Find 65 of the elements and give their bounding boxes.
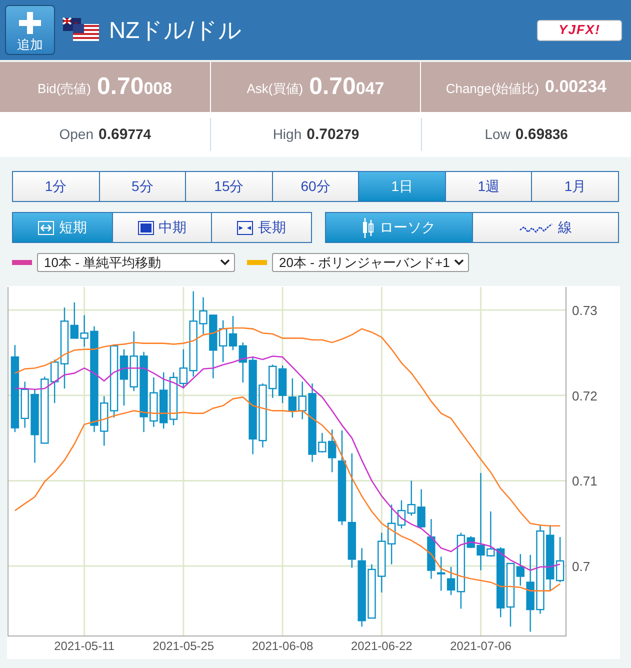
line-chart-icon [518,222,553,234]
x-axis-label: 2021-05-25 [152,639,214,653]
chevron-down-icon [220,259,230,266]
candlestick [228,316,238,350]
stat-label: Low [484,125,510,144]
collapse-arrows-icon [237,220,254,234]
page-title: NZドル/ドル [109,16,242,45]
stat-value: 0.69836 [515,124,568,144]
candlestick [368,564,376,619]
quote-value: 0.70008 [97,72,172,102]
period-tab[interactable]: 60分 [272,172,358,201]
quote-value: 0.70047 [309,72,384,102]
flags-icon [61,16,101,44]
candlestick [437,556,446,591]
plus-icon [19,12,41,34]
logo: YJFX! [537,20,622,40]
candlestick [378,532,386,592]
candlestick [258,383,267,448]
x-axis-label: 2021-05-11 [54,639,115,653]
period-tab[interactable]: 15分 [185,172,272,201]
y-axis-label: 0.73 [572,303,598,318]
candlestick [80,315,88,347]
x-axis-label: 2021-06-08 [252,639,314,653]
indicator-dropdown[interactable]: 20本 - ボリンジャーバンド+1 [272,253,469,272]
candlestick [427,519,436,579]
candlestick [268,364,277,398]
candlestick [199,297,208,334]
candlestick [130,331,138,392]
stat-value: 0.70279 [306,124,360,144]
range-button[interactable]: 長期 [211,213,312,242]
candlestick [278,366,287,404]
period-tab[interactable]: 1分 [13,172,99,201]
y-axis-label: 0.7 [572,559,590,574]
candlestick [417,489,426,528]
quote-label: Bid(売値) [38,80,91,98]
candlestick [169,372,178,426]
period-tab[interactable]: 5分 [98,172,186,201]
y-axis-label: 0.72 [572,388,598,404]
add-button[interactable]: 追加 [5,5,55,55]
stat-label: High [272,125,302,144]
candlestick [160,372,168,429]
quote-value: 0.00234 [545,76,606,98]
chevron-down-icon [454,259,464,266]
candlestick [318,432,326,453]
expand-arrows-icon [38,220,54,234]
quote-label: Ask(買値) [246,80,304,98]
quote-label: Change(始値比) [446,80,540,98]
candlestick [298,382,306,420]
candlestick [407,480,416,516]
candlestick-icon [362,218,374,238]
period-tab[interactable]: 1月 [531,172,618,201]
x-axis-label: 2021-06-22 [350,639,412,653]
period-tab[interactable]: 1週 [444,172,532,201]
chart-type-button[interactable]: 線 [472,213,618,242]
x-axis-label: 2021-07-06 [450,639,512,653]
stat-label: Open [59,125,94,144]
candlestick [120,349,128,406]
y-axis-label: 0.71 [572,474,598,489]
candlestick [150,377,158,427]
rectangle-icon [138,220,154,234]
candlestick [288,378,297,418]
range-button[interactable]: 中期 [112,213,212,242]
candlestick [238,342,247,383]
indicator-dropdown[interactable]: 10本 - 単純平均移動 [37,253,235,272]
stat-value: 0.69774 [98,124,152,144]
